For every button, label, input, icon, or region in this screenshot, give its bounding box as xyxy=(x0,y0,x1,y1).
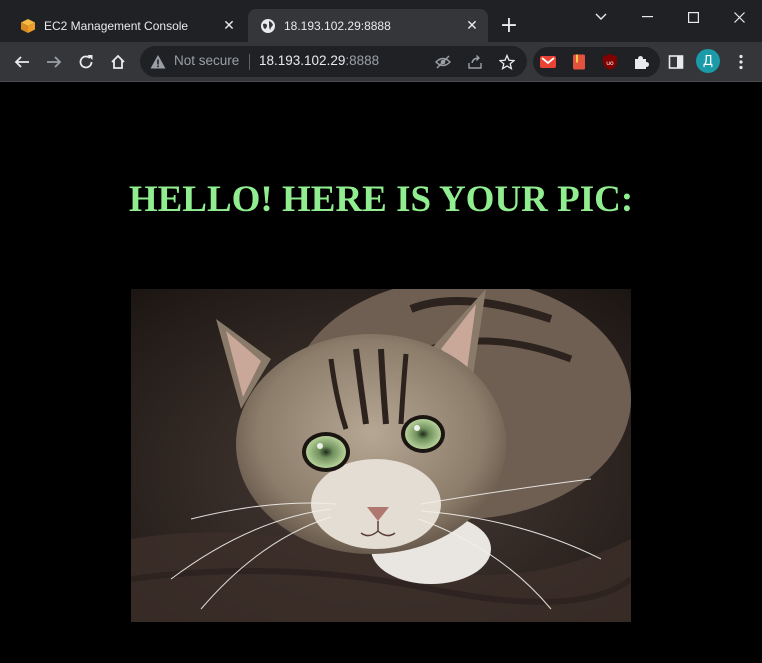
minimize-button[interactable] xyxy=(624,4,670,30)
tab-search-button[interactable] xyxy=(578,4,624,30)
globe-icon xyxy=(261,18,275,33)
tab-active-page[interactable]: 18.193.102.29:8888 ✕ xyxy=(248,9,488,42)
new-tab-button[interactable]: + xyxy=(498,15,520,37)
tab-title: EC2 Management Console xyxy=(44,18,189,33)
arrow-left-icon xyxy=(14,56,29,68)
gmail-icon[interactable] xyxy=(539,53,557,71)
extensions-area: uo xyxy=(533,47,660,77)
cat-image xyxy=(131,289,631,622)
arrow-right-icon xyxy=(47,56,62,68)
forward-button[interactable] xyxy=(42,50,66,74)
aws-cube-icon xyxy=(21,18,35,33)
close-tab-icon[interactable]: ✕ xyxy=(464,17,480,34)
warning-icon[interactable] xyxy=(150,54,166,70)
web-page: HELLO! HERE IS YOUR PIC: xyxy=(0,82,762,663)
maximize-icon xyxy=(687,11,699,23)
tab-title: 18.193.102.29:8888 xyxy=(284,18,391,33)
omnibox-divider xyxy=(249,54,250,70)
browser-tab-strip: EC2 Management Console ✕ 18.193.102.29:8… xyxy=(0,0,762,42)
close-window-button[interactable] xyxy=(716,4,762,30)
url-host: 18.193.102.29 xyxy=(259,53,346,68)
profile-avatar[interactable]: Д xyxy=(696,49,720,73)
side-panel-button[interactable] xyxy=(664,50,688,74)
more-vert-icon xyxy=(739,54,743,70)
book-icon[interactable] xyxy=(570,53,588,71)
reload-button[interactable] xyxy=(74,50,98,74)
ublock-icon[interactable]: uo xyxy=(601,53,619,71)
browser-toolbar: Not secure 18.193.102.29:8888 uo Д xyxy=(0,42,762,82)
tab-ec2-console[interactable]: EC2 Management Console ✕ xyxy=(8,9,245,42)
address-bar[interactable]: Not secure 18.193.102.29:8888 xyxy=(140,46,527,77)
security-status-label[interactable]: Not secure xyxy=(174,53,239,68)
close-tab-icon[interactable]: ✕ xyxy=(221,17,237,34)
menu-button[interactable] xyxy=(729,50,753,74)
close-icon xyxy=(733,11,745,23)
svg-text:uo: uo xyxy=(606,60,614,67)
maximize-button[interactable] xyxy=(670,4,716,30)
star-icon[interactable] xyxy=(498,53,516,71)
home-button[interactable] xyxy=(106,50,130,74)
share-icon[interactable] xyxy=(466,53,484,71)
eye-off-icon[interactable] xyxy=(434,53,452,71)
minimize-icon xyxy=(641,16,653,18)
url-text[interactable]: 18.193.102.29:8888 xyxy=(259,53,379,68)
home-icon xyxy=(111,54,125,69)
page-heading: HELLO! HERE IS YOUR PIC: xyxy=(128,179,634,220)
side-panel-icon xyxy=(668,55,684,69)
reload-icon xyxy=(79,55,93,69)
back-button[interactable] xyxy=(10,50,34,74)
chevron-down-icon xyxy=(595,13,607,20)
puzzle-icon[interactable] xyxy=(632,53,650,71)
url-port: :8888 xyxy=(345,53,380,68)
